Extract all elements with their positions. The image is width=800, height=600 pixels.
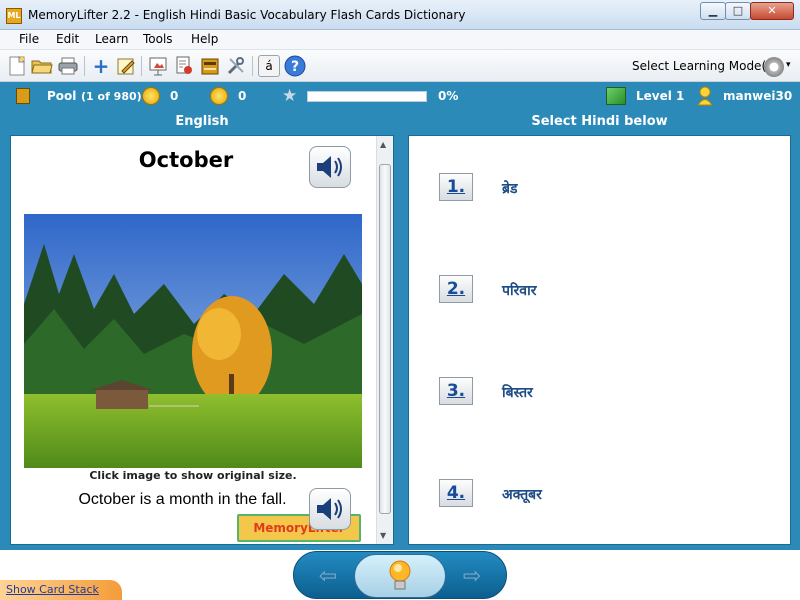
card-image[interactable] <box>24 214 362 468</box>
level-label: Level 1 <box>636 89 685 103</box>
pool-box-icon[interactable] <box>16 88 30 104</box>
toolbar-separator <box>141 56 142 76</box>
correct-count: 0 <box>170 89 179 103</box>
question-word: October <box>138 148 234 172</box>
previous-card-button[interactable]: ⇦ <box>304 558 352 594</box>
star-icon: ★ <box>282 86 298 106</box>
menu-bar: File Edit Learn Tools Help <box>0 30 800 50</box>
answer-text[interactable]: अक्तूबर <box>502 485 542 504</box>
menu-edit[interactable]: Edit <box>56 32 79 46</box>
image-caption: Click image to show original size. <box>89 469 297 482</box>
maximize-button[interactable]: □ <box>725 2 751 20</box>
open-folder-icon[interactable] <box>31 55 53 77</box>
autumn-landscape-image <box>24 214 362 468</box>
play-word-audio-button[interactable] <box>309 146 351 188</box>
answer-number-button[interactable]: 1. <box>439 173 473 201</box>
answer-number-button[interactable]: 4. <box>439 479 473 507</box>
speaker-icon <box>317 156 342 178</box>
user-icon <box>697 86 713 106</box>
progress-label: 0% <box>438 89 459 103</box>
help-icon[interactable]: ? <box>284 55 306 77</box>
answer-choice[interactable]: 2. परिवार <box>439 275 779 305</box>
level-boxes-icon <box>606 87 626 105</box>
svg-text:?: ? <box>291 59 299 75</box>
show-card-stack-tab[interactable]: Show Card Stack <box>0 580 122 600</box>
pool-label: Pool <box>47 89 77 103</box>
answer-choice[interactable]: 3. बिस्तर <box>439 377 779 407</box>
new-file-icon[interactable] <box>6 55 28 77</box>
navigation-control: ⇦ ⇨ <box>293 551 507 599</box>
scroll-thumb[interactable] <box>379 164 391 514</box>
pool-count: (1 of 980) <box>81 90 142 103</box>
answer-text[interactable]: ब्रेड <box>502 179 517 198</box>
print-icon[interactable] <box>57 55 79 77</box>
speaker-icon <box>317 498 342 520</box>
question-header: English <box>175 114 229 129</box>
toolbar-separator <box>252 56 253 76</box>
learning-mode-caret-icon[interactable]: ▾ <box>786 60 791 70</box>
tools-icon[interactable] <box>225 55 247 77</box>
learning-mode-gear-icon[interactable] <box>764 57 784 77</box>
answer-number-button[interactable]: 3. <box>439 377 473 405</box>
bottom-bar: ⇦ ⇨ Show Card Stack <box>0 550 800 600</box>
username: manwei30 <box>723 89 793 103</box>
menu-learn[interactable]: Learn <box>95 32 129 46</box>
status-bar: Pool (1 of 980) 0 0 ★ 0% Level 1 manwei3… <box>0 82 800 110</box>
lightbulb-icon <box>389 560 411 590</box>
app-icon: ML <box>6 8 22 24</box>
slideshow-icon[interactable] <box>147 55 169 77</box>
minimize-button[interactable]: ▁ <box>700 2 726 20</box>
toolbar: + á ? Select Learning Mode(s) ▾ <box>0 50 800 82</box>
window-title: MemoryLifter 2.2 - English Hindi Basic V… <box>28 8 466 22</box>
edit-card-icon[interactable] <box>115 55 137 77</box>
correct-smiley-icon <box>142 87 160 105</box>
menu-file[interactable]: File <box>19 32 39 46</box>
answer-text[interactable]: बिस्तर <box>502 383 533 402</box>
title-bar: ML MemoryLifter 2.2 - English Hindi Basi… <box>0 0 800 30</box>
menu-help[interactable]: Help <box>191 32 218 46</box>
answer-text[interactable]: परिवार <box>502 281 536 300</box>
question-pane: October Click image to show original siz… <box>10 135 394 545</box>
answer-number-button[interactable]: 2. <box>439 275 473 303</box>
next-card-button[interactable]: ⇨ <box>448 558 496 594</box>
progress-bar <box>307 91 427 102</box>
wrong-frown-icon <box>210 87 228 105</box>
dictionary-icon[interactable] <box>199 55 221 77</box>
close-button[interactable]: ✕ <box>750 2 794 20</box>
answers-header: Select Hindi below <box>531 114 668 129</box>
toolbar-separator <box>84 56 85 76</box>
learning-mode-label[interactable]: Select Learning Mode(s) <box>632 59 777 73</box>
add-card-icon[interactable]: + <box>90 54 112 78</box>
special-characters-button[interactable]: á <box>258 55 280 77</box>
answer-choice[interactable]: 4. अक्तूबर <box>439 479 779 509</box>
scroll-up-icon[interactable]: ▲ <box>380 140 386 149</box>
answer-choice[interactable]: 1. ब्रेड <box>439 173 779 203</box>
example-sentence: October is a month in the fall. <box>78 491 287 508</box>
menu-tools[interactable]: Tools <box>143 32 173 46</box>
hint-button[interactable] <box>354 554 446 598</box>
statistics-icon[interactable] <box>173 55 195 77</box>
question-scrollbar[interactable]: ▲ ▼ <box>376 136 393 544</box>
play-sentence-audio-button[interactable] <box>309 488 351 530</box>
answers-pane: 1. ब्रेड 2. परिवार 3. बिस्तर 4. अक्तूबर <box>408 135 791 545</box>
main-area: English Select Hindi below October Click… <box>0 110 800 550</box>
scroll-down-icon[interactable]: ▼ <box>380 531 386 540</box>
wrong-count: 0 <box>238 89 247 103</box>
show-card-stack-link[interactable]: Show Card Stack <box>6 583 99 596</box>
